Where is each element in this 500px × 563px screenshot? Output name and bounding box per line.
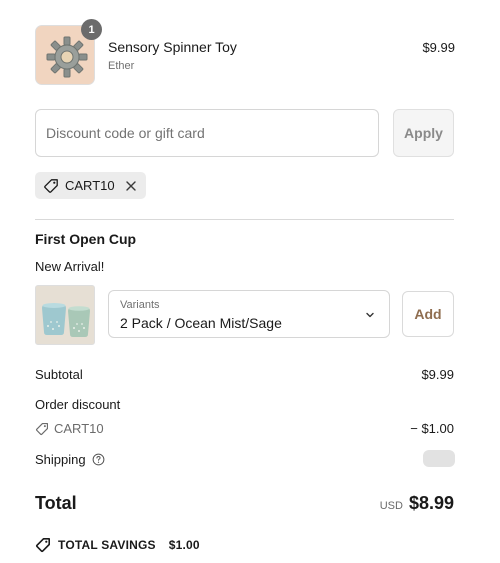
order-discount-label: Order discount (35, 397, 121, 412)
cups-icon (36, 286, 94, 344)
tag-icon (36, 538, 50, 552)
product-price: $9.99 (422, 40, 455, 55)
tag-icon (44, 178, 58, 193)
order-discount-value: − $1.00 (410, 421, 454, 436)
discount-code-input[interactable] (35, 109, 379, 157)
add-upsell-button[interactable]: Add (402, 291, 454, 337)
shipping-loading-placeholder (423, 450, 455, 467)
applied-discount-code: CART10 (65, 178, 115, 193)
section-divider (35, 219, 454, 220)
order-discount-code-text: CART10 (54, 421, 104, 436)
remove-discount-button[interactable] (125, 180, 137, 192)
upsell-subtitle: New Arrival! (35, 259, 105, 274)
total-amount-group: USD $8.99 (380, 493, 454, 514)
product-title: Sensory Spinner Toy (108, 39, 237, 55)
chevron-down-icon (366, 312, 374, 318)
upsell-title: First Open Cup (35, 231, 137, 247)
applied-discount-chip: CART10 (35, 172, 146, 199)
variant-select[interactable]: Variants 2 Pack / Ocean Mist/Sage (108, 290, 390, 338)
order-discount-code: CART10 (35, 421, 104, 436)
total-label: Total (35, 493, 77, 513)
variant-select-label: Variants (120, 299, 160, 311)
product-variant: Ether (108, 60, 135, 72)
cart-line-item: 1 Sensory Spinner Toy Ether $9.99 (35, 19, 455, 87)
upsell-product-image (35, 285, 95, 345)
total-amount: $8.99 (408, 493, 454, 513)
currency-code: USD (379, 500, 403, 512)
total-savings-label: TOTAL SAVINGS (58, 538, 156, 552)
subtotal-value: $9.99 (421, 367, 454, 382)
total-savings: TOTAL SAVINGS $1.00 (35, 537, 200, 553)
quantity-badge: 1 (81, 19, 102, 40)
tag-icon (36, 422, 48, 435)
close-icon (125, 180, 136, 191)
apply-discount-button[interactable]: Apply (393, 109, 454, 157)
shipping-label: Shipping (35, 452, 86, 467)
variant-select-value: 2 Pack / Ocean Mist/Sage (120, 315, 282, 331)
help-icon[interactable] (92, 453, 105, 466)
total-savings-value: $1.00 (168, 538, 200, 552)
shipping-row: Shipping (35, 452, 105, 467)
subtotal-label: Subtotal (35, 367, 83, 382)
